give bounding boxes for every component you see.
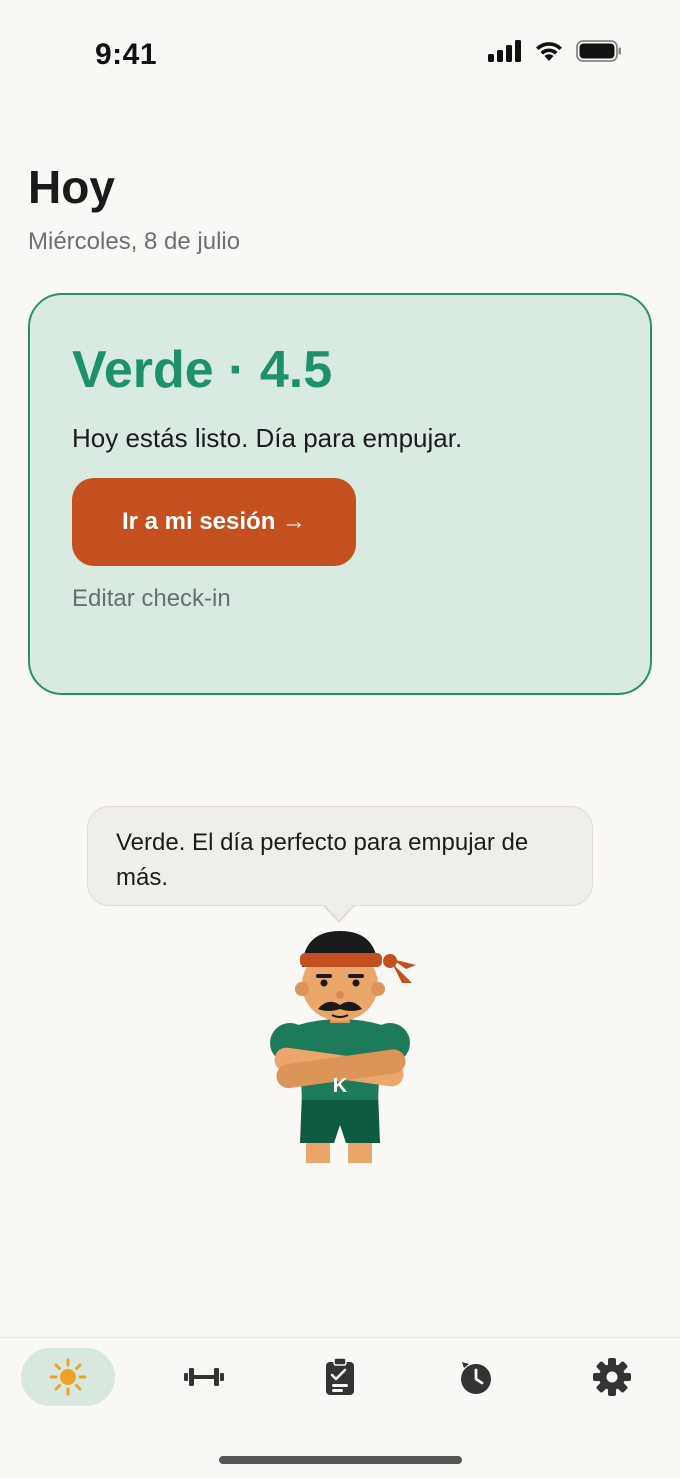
mascot-speech-bubble: Verde. El día perfecto para empujar de m… — [87, 806, 593, 906]
readiness-card: Verde · 4.5 Hoy estás listo. Día para em… — [28, 293, 652, 695]
gear-icon — [593, 1358, 631, 1396]
tab-workouts[interactable] — [157, 1348, 251, 1406]
page-date: Miércoles, 8 de julio — [28, 228, 241, 255]
sun-icon — [49, 1358, 87, 1396]
history-clock-icon — [461, 1362, 491, 1394]
readiness-heading: Verde · 4.5 — [72, 341, 333, 399]
tab-check-in[interactable] — [293, 1348, 387, 1406]
shirt-letter: K — [333, 1075, 348, 1097]
cellular-signal-icon — [488, 40, 521, 62]
wifi-icon — [536, 42, 562, 61]
status-icons — [488, 40, 622, 62]
clipboard-check-icon — [326, 1358, 354, 1395]
readiness-message: Hoy estás listo. Día para empujar. — [72, 423, 463, 453]
tab-today[interactable] — [21, 1348, 115, 1406]
home-indicator — [219, 1456, 462, 1464]
mascot-speech-text: Verde. El día perfecto para empujar de m… — [116, 829, 529, 891]
status-time: 9:41 — [95, 38, 158, 71]
battery-icon — [576, 40, 621, 62]
dumbbell-icon — [184, 1368, 224, 1386]
go-to-session-button[interactable]: Ir a mi sesión → — [72, 478, 356, 566]
tab-history[interactable] — [429, 1348, 523, 1406]
speech-bubble-tail — [324, 904, 354, 920]
edit-check-in-link[interactable]: Editar check-in — [72, 585, 231, 613]
status-bar: 9:41 — [0, 0, 680, 110]
tab-settings[interactable] — [565, 1348, 659, 1406]
coach-mascot-illustration: K — [270, 931, 416, 1163]
page-title: Hoy — [28, 161, 115, 213]
